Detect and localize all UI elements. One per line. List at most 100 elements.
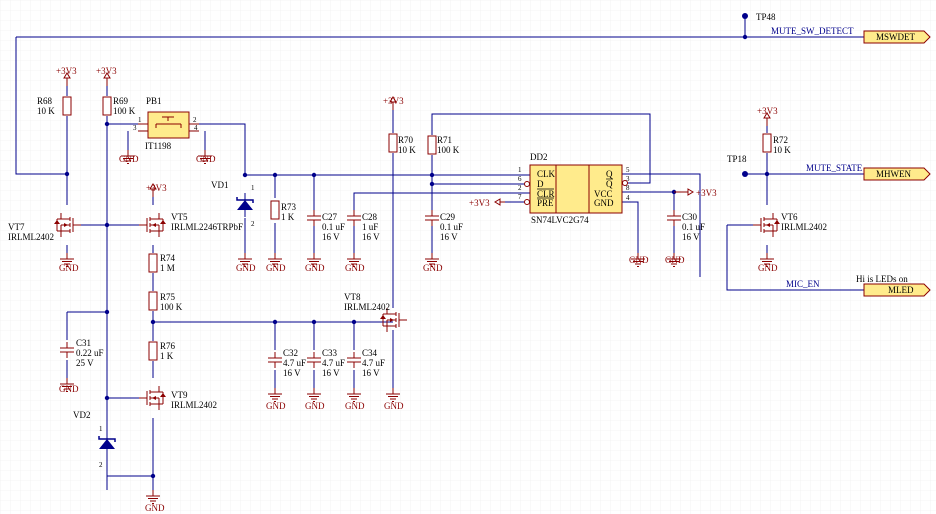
svg-text:GND: GND (594, 198, 614, 208)
net-label-mute-sw-detect: MUTE_SW_DETECT (771, 26, 854, 36)
svg-text:IT1198: IT1198 (145, 141, 172, 151)
svg-text:R71: R71 (437, 135, 452, 145)
svg-text:5: 5 (626, 166, 630, 174)
svg-text:1: 1 (138, 116, 142, 124)
svg-text:3: 3 (133, 124, 137, 132)
svg-text:1 uF: 1 uF (362, 222, 378, 232)
svg-text:Q: Q (606, 179, 613, 189)
svg-text:GND: GND (423, 263, 443, 273)
resistor-r72[interactable]: R72 10 K (762, 133, 791, 155)
svg-text:1 K: 1 K (281, 212, 295, 222)
svg-text:C32: C32 (283, 348, 298, 358)
svg-text:6: 6 (518, 175, 522, 183)
svg-text:GND: GND (119, 154, 139, 164)
svg-text:0.1 uF: 0.1 uF (322, 222, 345, 232)
svg-text:CLK: CLK (537, 169, 556, 179)
svg-text:+3V3: +3V3 (757, 106, 778, 116)
svg-text:VT8: VT8 (344, 292, 361, 302)
net-label-mic-en: MIC_EN (786, 279, 820, 289)
svg-text:0.1 uF: 0.1 uF (682, 222, 705, 232)
resistor-r73[interactable]: R73 1 K (270, 200, 297, 222)
svg-text:4: 4 (194, 124, 198, 132)
svg-text:VT9: VT9 (171, 390, 188, 400)
svg-text:4.7 uF: 4.7 uF (362, 358, 385, 368)
svg-text:IRLML2402: IRLML2402 (344, 302, 390, 312)
svg-text:16 V: 16 V (362, 368, 380, 378)
resistor-r76[interactable]: R76 1 K (148, 341, 176, 361)
svg-text:PRE: PRE (537, 198, 554, 208)
svg-text:IRLML2402: IRLML2402 (8, 232, 54, 242)
svg-text:10 K: 10 K (773, 145, 791, 155)
svg-text:R74: R74 (160, 253, 176, 263)
svg-text:2: 2 (518, 184, 522, 192)
svg-text:C30: C30 (682, 212, 698, 222)
svg-text:GND: GND (345, 263, 365, 273)
svg-text:10 K: 10 K (398, 145, 416, 155)
svg-text:+3V3: +3V3 (56, 66, 77, 76)
svg-text:4.7 uF: 4.7 uF (283, 358, 306, 368)
svg-text:1: 1 (99, 425, 103, 433)
svg-text:2: 2 (251, 220, 255, 228)
svg-text:C28: C28 (362, 212, 378, 222)
svg-text:VT6: VT6 (781, 212, 798, 222)
resistor-r74[interactable]: R74 1 M (148, 253, 176, 273)
svg-text:MLED: MLED (888, 285, 914, 295)
svg-text:VT5: VT5 (171, 212, 188, 222)
port-mled[interactable]: MLED (863, 283, 931, 297)
schematic-canvas: TP48 TP18 MUTE_SW_DETECT MUTE_STATE MIC_… (0, 0, 936, 514)
svg-text:100 K: 100 K (437, 145, 460, 155)
svg-text:0.1 uF: 0.1 uF (440, 222, 463, 232)
svg-text:+3V3: +3V3 (96, 66, 117, 76)
svg-text:R73: R73 (281, 202, 297, 212)
svg-text:1: 1 (518, 166, 522, 174)
svg-text:C31: C31 (76, 338, 91, 348)
svg-text:10 K: 10 K (37, 106, 55, 116)
svg-text:GND: GND (758, 263, 778, 273)
svg-text:100 K: 100 K (113, 106, 136, 116)
svg-text:4: 4 (626, 194, 630, 202)
svg-text:R76: R76 (160, 341, 176, 351)
svg-text:1: 1 (251, 184, 255, 192)
svg-text:GND: GND (345, 401, 365, 411)
svg-text:+3V3: +3V3 (383, 96, 404, 106)
svg-text:MSWDET: MSWDET (876, 32, 915, 42)
svg-text:GND: GND (629, 255, 649, 265)
svg-text:2: 2 (99, 461, 103, 469)
svg-text:C27: C27 (322, 212, 338, 222)
svg-text:GND: GND (196, 154, 216, 164)
svg-text:VT7: VT7 (8, 222, 25, 232)
resistor-r70[interactable]: R70 10 K (388, 133, 416, 155)
svg-text:C33: C33 (322, 348, 338, 358)
svg-text:R68: R68 (37, 96, 53, 106)
svg-text:GND: GND (236, 263, 256, 273)
svg-text:+3V3: +3V3 (469, 198, 490, 208)
svg-text:GND: GND (665, 255, 685, 265)
mled-note: Hi is LEDs on (856, 274, 908, 284)
svg-text:7: 7 (518, 193, 522, 201)
svg-text:1 M: 1 M (160, 263, 175, 273)
net-label-mute-state: MUTE_STATE (806, 163, 863, 173)
svg-text:IRLML2402: IRLML2402 (781, 222, 827, 232)
svg-text:1 K: 1 K (160, 351, 174, 361)
svg-text:R69: R69 (113, 96, 129, 106)
svg-text:0.22 uF: 0.22 uF (76, 348, 104, 358)
svg-text:+3V3: +3V3 (146, 183, 167, 193)
svg-text:TP18: TP18 (727, 154, 747, 164)
port-mswdet[interactable]: MSWDET (863, 30, 931, 44)
port-mhwen[interactable]: MHWEN (863, 167, 931, 181)
svg-text:IRLML2246TRPbF: IRLML2246TRPbF (171, 222, 243, 232)
svg-text:SN74LVC2G74: SN74LVC2G74 (531, 215, 589, 225)
svg-text:IRLML2402: IRLML2402 (171, 400, 217, 410)
svg-text:GND: GND (145, 503, 165, 513)
svg-text:16 V: 16 V (362, 232, 380, 242)
svg-text:R72: R72 (773, 135, 788, 145)
svg-text:16 V: 16 V (283, 368, 301, 378)
svg-text:MHWEN: MHWEN (876, 169, 911, 179)
svg-text:+3V3: +3V3 (696, 188, 717, 198)
svg-text:PB1: PB1 (146, 96, 162, 106)
svg-text:16 V: 16 V (322, 232, 340, 242)
svg-text:GND: GND (305, 401, 325, 411)
svg-text:GND: GND (266, 263, 286, 273)
svg-text:2: 2 (193, 116, 197, 124)
svg-text:VD1: VD1 (211, 180, 229, 190)
